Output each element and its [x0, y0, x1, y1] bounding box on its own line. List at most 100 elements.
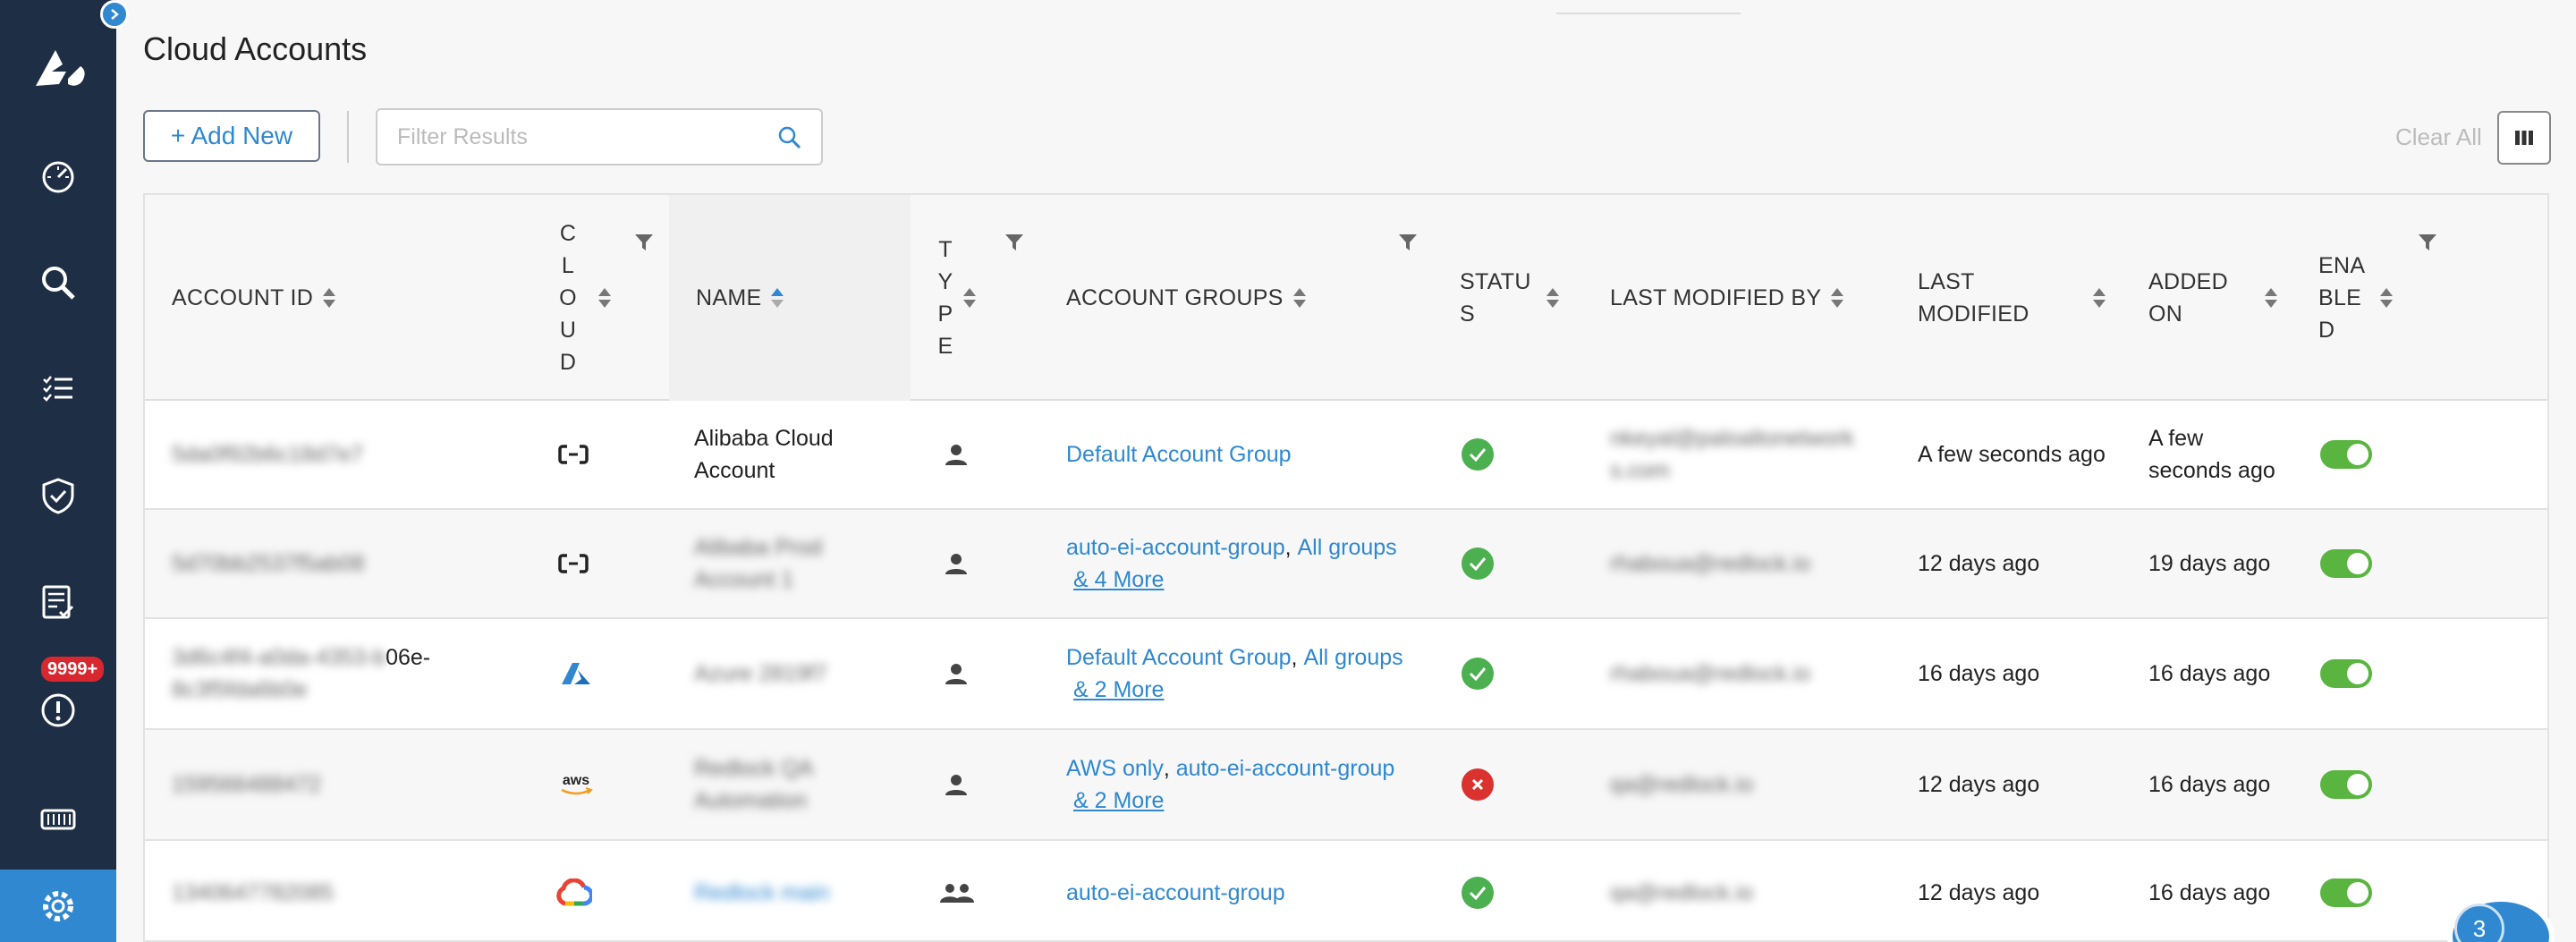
account-group-link[interactable]: auto-ei-account-group	[1066, 877, 1285, 909]
column-label: T Y P E	[937, 237, 953, 359]
last-modified: 12 days ago	[1918, 879, 2040, 905]
account-group-link[interactable]: Default Account Group	[1066, 438, 1292, 471]
clear-all-button[interactable]: Clear All	[2395, 123, 2482, 151]
last-modified: 12 days ago	[1918, 772, 2040, 797]
last-modified: 16 days ago	[1918, 661, 2040, 686]
account-name: Alibaba Cloud Account	[694, 426, 834, 483]
column-label: C L O U D	[559, 221, 577, 375]
columns-icon	[2515, 131, 2533, 145]
column-label: STATU S	[1460, 269, 1531, 327]
sidebar-item-alerts[interactable]	[0, 666, 116, 755]
status-ok-icon	[1462, 547, 1494, 580]
alert-icon	[41, 693, 75, 727]
filter-enabled-icon[interactable]	[2417, 233, 2438, 252]
column-label: ACCOUNT ID	[172, 285, 314, 310]
azure-icon	[562, 663, 590, 684]
added-on: A few seconds ago	[2148, 426, 2275, 483]
sort-icon[interactable]	[2379, 284, 2394, 311]
accounts-table: ACCOUNT ID C L O U D NAME T Y P E ACCOUN…	[143, 193, 2549, 942]
sort-ascending-icon[interactable]	[770, 284, 784, 311]
enabled-toggle[interactable]	[2320, 549, 2372, 578]
user-icon	[945, 445, 967, 465]
col-last-modified-by[interactable]: LAST MODIFIED BY	[1610, 195, 1914, 401]
col-name[interactable]: NAME	[669, 195, 911, 401]
account-group-link[interactable]: Default Account Group	[1066, 641, 1292, 674]
table-row[interactable]: 3d6c4f4-a0da-4353-b06e- 8c3f5fda6b0e Azu…	[145, 619, 2547, 730]
table-row[interactable]: 1340647782085 Redlock main auto-ei-accou…	[145, 841, 2547, 940]
alibaba-icon	[558, 554, 589, 573]
account-group-link[interactable]: auto-ei-account-group	[1066, 531, 1285, 564]
sidebar-item-investigate[interactable]	[0, 238, 116, 327]
sort-icon[interactable]	[962, 284, 977, 311]
column-label: ENA BLE D	[2318, 253, 2366, 343]
sidebar-expand-toggle[interactable]	[100, 0, 129, 29]
sidebar-item-reports[interactable]	[0, 558, 116, 648]
col-added-on[interactable]: ADDED ON	[2148, 195, 2318, 401]
account-id-suffix: 06e-	[386, 645, 431, 670]
sidebar-item-compliance[interactable]	[0, 451, 116, 540]
column-label: NAME	[696, 285, 762, 310]
table-row[interactable]: 5d70bb2537f5ab08 Alibaba Prod Account 1 …	[145, 510, 2547, 619]
sidebar-item-compute[interactable]	[0, 775, 116, 864]
sort-icon[interactable]	[322, 284, 336, 311]
add-new-button[interactable]: + Add New	[143, 110, 320, 162]
search-icon[interactable]	[776, 124, 803, 151]
account-id: 159566488472	[172, 772, 321, 797]
account-name-link[interactable]: Redlock main	[694, 877, 829, 909]
aws-icon: aws	[561, 773, 593, 795]
account-name: Redlock QA Automation	[694, 756, 814, 813]
enabled-toggle[interactable]	[2320, 770, 2372, 799]
account-group-link[interactable]: All groups	[1303, 641, 1402, 674]
user-icon	[945, 664, 967, 684]
col-account-id[interactable]: ACCOUNT ID	[172, 195, 547, 401]
chevron-right-icon	[111, 9, 119, 20]
last-modified: 12 days ago	[1918, 551, 2040, 576]
more-groups-link[interactable]: & 2 More	[1073, 674, 1164, 706]
added-on: 16 days ago	[2148, 879, 2271, 905]
last-modified-by: qa@redlock.io	[1610, 879, 1754, 905]
sidebar-item-dashboard[interactable]	[0, 131, 116, 220]
enabled-toggle[interactable]	[2320, 878, 2372, 907]
col-enabled[interactable]: ENA BLE D	[2318, 195, 2488, 401]
more-groups-link[interactable]: & 4 More	[1073, 564, 1164, 596]
report-icon	[42, 585, 74, 619]
account-group-link[interactable]: auto-ei-account-group	[1176, 752, 1395, 785]
sort-icon[interactable]	[1830, 284, 1844, 311]
status-ok-icon	[1462, 438, 1494, 471]
enabled-toggle[interactable]	[2320, 659, 2372, 688]
checklist-icon	[43, 376, 72, 402]
filter-type-icon[interactable]	[1004, 233, 1025, 252]
table-row[interactable]: 159566488472 aws Redlock QA Automation A…	[145, 730, 2547, 841]
col-last-modified[interactable]: LAST MODIFIED	[1918, 195, 2141, 401]
account-id: 1340647782085	[172, 879, 334, 905]
last-modified-by: nkeyal@paloaltonetwork s.com	[1610, 426, 1854, 483]
sidebar-item-settings[interactable]	[0, 870, 116, 942]
column-settings-button[interactable]	[2497, 111, 2551, 165]
status-ok-icon	[1462, 658, 1494, 690]
sort-icon[interactable]	[2264, 284, 2278, 311]
filter-groups-icon[interactable]	[1397, 233, 1419, 252]
filter-field[interactable]	[376, 108, 823, 165]
dashboard-icon	[42, 161, 74, 193]
table-row[interactable]: 5da0f92b6c18d7e7 Alibaba Cloud Account D…	[145, 401, 2547, 510]
svg-text:aws: aws	[563, 773, 589, 788]
status-error-icon	[1462, 768, 1494, 801]
sort-icon[interactable]	[1546, 284, 1560, 311]
added-on: 16 days ago	[2148, 661, 2271, 686]
col-account-groups[interactable]: ACCOUNT GROUPS	[1066, 195, 1451, 401]
account-group-link[interactable]: All groups	[1298, 531, 1397, 564]
user-icon	[945, 775, 967, 795]
account-group-link[interactable]: AWS only	[1066, 752, 1164, 785]
sort-icon[interactable]	[597, 284, 612, 311]
column-label: LAST MODIFIED BY	[1610, 285, 1822, 310]
filter-cloud-icon[interactable]	[633, 233, 655, 252]
col-status[interactable]: STATU S	[1460, 195, 1612, 401]
sidebar-item-policies[interactable]	[0, 344, 116, 433]
filter-input[interactable]	[397, 123, 755, 151]
page-title: Cloud Accounts	[143, 30, 368, 67]
sort-icon[interactable]	[2092, 284, 2106, 311]
enabled-toggle[interactable]	[2320, 440, 2372, 469]
more-groups-link[interactable]: & 2 More	[1073, 785, 1164, 817]
sort-icon[interactable]	[1292, 284, 1307, 311]
toolbar-divider	[347, 111, 349, 163]
